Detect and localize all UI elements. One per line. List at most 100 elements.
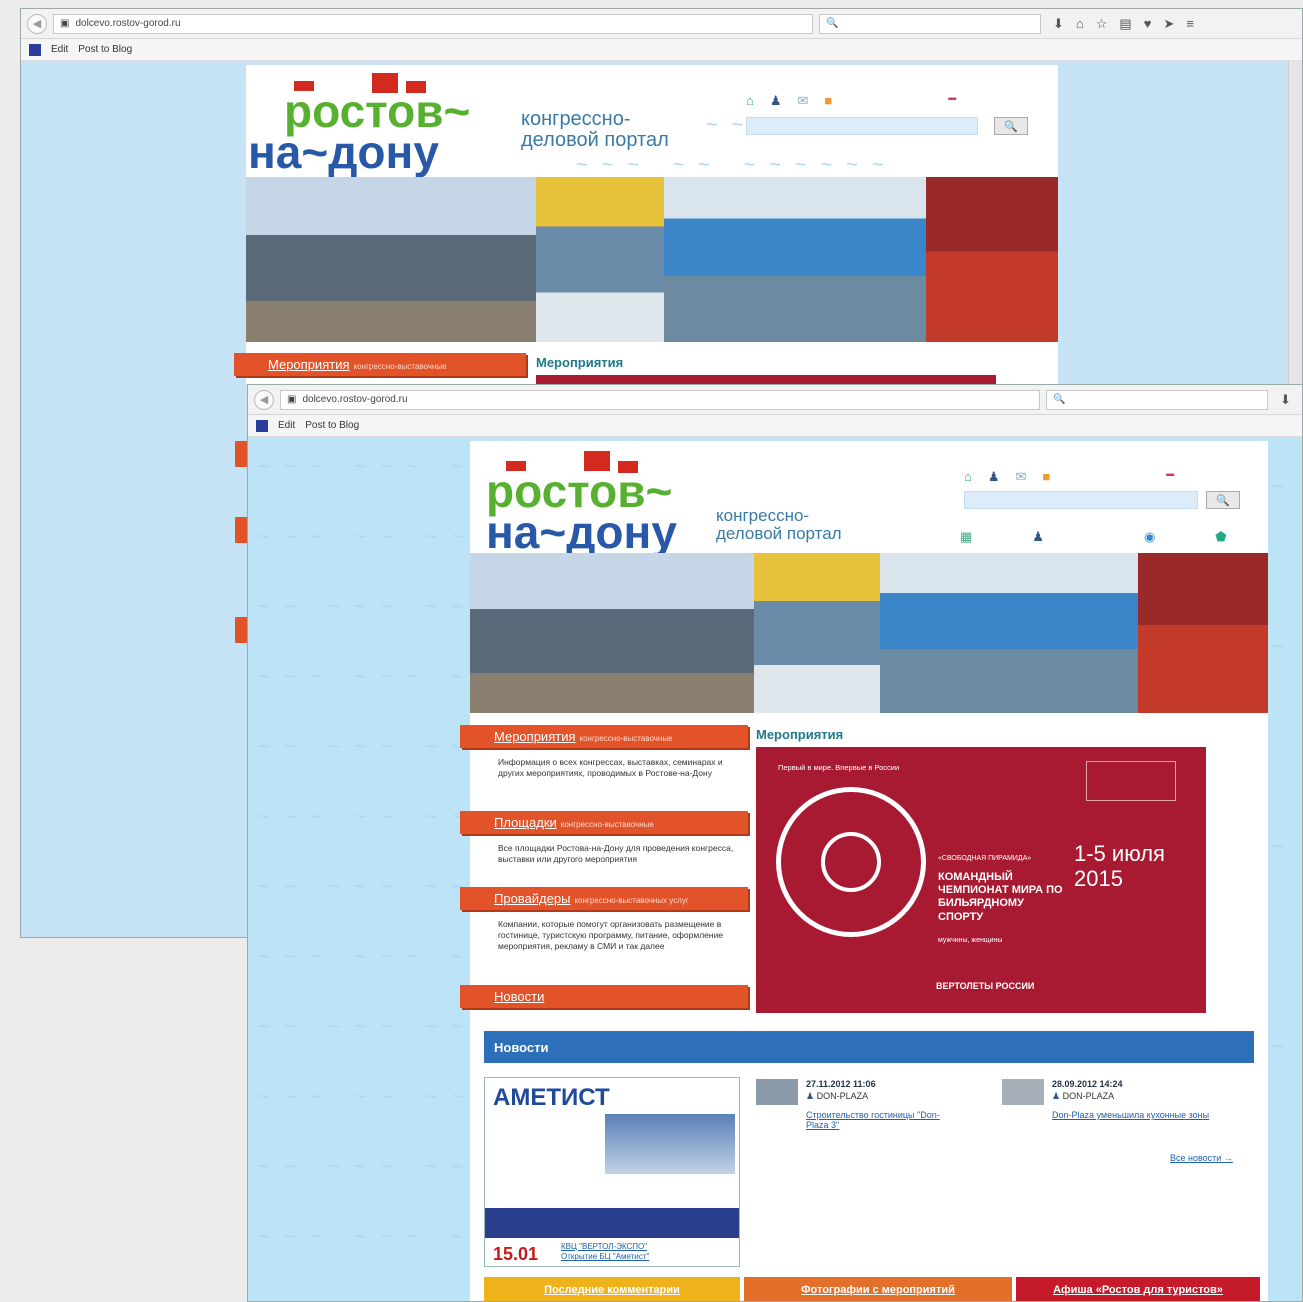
header-icons: ⌂ ♟ ✉ ■ ▬ — [746, 93, 956, 109]
ad-date: 15.01 — [493, 1244, 539, 1264]
menu-title: Мероприятия — [268, 357, 350, 372]
bookmark-edit[interactable]: Edit — [278, 420, 295, 431]
tab-photos[interactable]: Фотографии с мероприятий — [744, 1277, 1012, 1301]
banner-event-name: «СВОБОДНАЯ ПИРАМИДА» — [938, 855, 1032, 862]
news-thumb[interactable] — [756, 1079, 798, 1105]
mail-icon[interactable]: ✉ — [1016, 469, 1027, 485]
ad-link-2[interactable]: Открытие БЦ "Аметист" — [561, 1252, 649, 1262]
globe-icon[interactable]: ◉ — [1144, 529, 1155, 545]
rss-icon[interactable]: ■ — [824, 93, 832, 109]
back-icon[interactable]: ◀ — [27, 13, 47, 34]
home-icon[interactable]: ⌂ — [964, 469, 972, 485]
portal-subtitle: конгрессно- деловой портал — [521, 109, 669, 151]
address-bar[interactable]: ▣ dolcevo.rostov-gorod.ru — [53, 13, 813, 34]
news-thumb[interactable] — [1002, 1079, 1044, 1105]
menu-desc-venues: Все площадки Ростова-на-Дону для проведе… — [498, 843, 734, 865]
decor-waves: ~ — [1272, 476, 1298, 498]
menu-title: Площадки — [494, 815, 557, 830]
news-heading: Новости — [484, 1031, 1254, 1063]
banner-sub: мужчины, женщины — [938, 937, 1003, 944]
menu-item-news[interactable]: Новости — [460, 985, 748, 1008]
site-search-input[interactable] — [746, 117, 978, 135]
browser-search[interactable]: 🔍 — [1046, 389, 1268, 410]
site-logo[interactable]: ростов~ на~дону — [486, 451, 677, 555]
menu-item-providers[interactable]: Провайдеры конгрессно-выставочных услуг — [460, 887, 748, 910]
search-icon: 🔍 — [1216, 494, 1230, 507]
pocket-icon[interactable]: ♥ — [1144, 16, 1152, 32]
site-search-button[interactable]: 🔍 — [994, 117, 1028, 135]
logo-line2: на~дону — [486, 506, 677, 559]
photo-banner — [470, 553, 1268, 713]
browser-toolbar: ◀ ▣ dolcevo.rostov-gorod.ru 🔍 ⬇ ⌂ ☆ ▤ ♥ ➤ ≡ — [21, 9, 1302, 39]
header-icons-row2: ▦ ♟ ◉ ⬟ — [960, 529, 1227, 545]
photo-stand — [926, 177, 1058, 342]
news-date: 27.11.2012 11:06 — [806, 1079, 876, 1089]
bookmark-post[interactable]: Post to Blog — [305, 420, 359, 431]
rss-icon[interactable]: ■ — [1042, 469, 1050, 485]
news-date: 28.09.2012 14:24 — [1052, 1079, 1123, 1089]
home-icon[interactable]: ⌂ — [746, 93, 754, 109]
lock-icon: ▣ — [287, 394, 297, 405]
ad-building-image — [605, 1114, 735, 1174]
tab-comments[interactable]: Последние комментарии — [484, 1277, 740, 1301]
banner-title: КОМАНДНЫЙ ЧЕМПИОНАТ МИРА ПО БИЛЬЯРДНОМУ … — [938, 871, 1063, 923]
home-icon[interactable]: ⌂ — [1076, 16, 1084, 32]
user-icon[interactable]: ♟ — [770, 93, 782, 109]
portal-line1: конгрессно- — [521, 108, 631, 130]
organizer-logo — [1086, 761, 1176, 801]
news-item: 28.09.2012 14:24 ♟ DON-PLAZA Don-Plaza у… — [1002, 1079, 1242, 1120]
url-text: dolcevo.rostov-gorod.ru — [302, 394, 408, 405]
news-org: DON-PLAZA — [816, 1091, 869, 1101]
all-news-link-wrap: Все новости → — [1170, 1153, 1233, 1163]
decor-waves: ~~~ ~~ ~~~~~~ — [576, 154, 898, 176]
user-icon[interactable]: ♟ — [988, 469, 1000, 485]
banner-top-text: Первый в мире. Впервые в России — [778, 763, 900, 772]
site-search-input[interactable] — [964, 491, 1198, 509]
tab-poster[interactable]: Афиша «Ростов для туристов» — [1016, 1277, 1260, 1301]
photo-banner — [246, 177, 1058, 342]
download-icon[interactable]: ⬇ — [1280, 392, 1291, 408]
map-icon[interactable]: ▦ — [960, 529, 972, 545]
back-icon[interactable]: ◀ — [254, 389, 274, 410]
app-icon — [256, 419, 268, 432]
all-news-link[interactable]: Все новости → — [1170, 1153, 1233, 1163]
send-icon[interactable]: ➤ — [1163, 16, 1174, 32]
star-icon[interactable]: ☆ — [1096, 16, 1108, 32]
portal-line1: конгрессно- — [716, 506, 810, 525]
ad-links[interactable]: КВЦ "ВЕРТОЛ-ЭКСПО" Открытие БЦ "Аметист" — [561, 1242, 649, 1263]
menu-tab-peek — [235, 617, 247, 643]
browser-search[interactable]: 🔍 — [819, 13, 1041, 34]
bookmark-post[interactable]: Post to Blog — [78, 44, 132, 55]
reader-icon[interactable]: ▤ — [1119, 16, 1131, 32]
site-search-button[interactable]: 🔍 — [1206, 491, 1240, 509]
menu-desc-providers: Компании, которые помогут организовать р… — [498, 919, 724, 952]
photo-building — [470, 553, 754, 713]
news-link[interactable]: Строительство гостиницы "Don-Plaza 3" — [806, 1110, 940, 1130]
person-icon[interactable]: ♟ — [1032, 529, 1044, 545]
menu-icon[interactable]: ≡ — [1186, 16, 1194, 32]
banner-dates: 1-5 июля 2015 — [1074, 841, 1165, 892]
menu-sub: конгрессно-выставочные — [579, 734, 673, 743]
person-icon: ♟ — [1052, 1091, 1061, 1101]
menu-item-events[interactable]: Мероприятия конгрессно-выставочные — [234, 353, 526, 376]
flag-icon[interactable]: ▬ — [948, 93, 956, 109]
site-logo[interactable]: ростов~ на~дону — [248, 73, 470, 175]
flag-icon[interactable]: ▬ — [1166, 469, 1174, 485]
news-org: DON-PLAZA — [1062, 1091, 1115, 1101]
shield-icon[interactable]: ⬟ — [1215, 529, 1226, 545]
ametist-ad[interactable]: АМЕТИСТ 15.01 КВЦ "ВЕРТОЛ-ЭКСПО" Открыти… — [484, 1077, 740, 1267]
event-banner[interactable]: Первый в мире. Впервые в России «СВОБОДН… — [756, 747, 1206, 1013]
menu-item-venues[interactable]: Площадки конгрессно-выставочные — [460, 811, 748, 834]
bookmark-edit[interactable]: Edit — [51, 44, 68, 55]
menu-tab-peek — [235, 441, 247, 467]
address-bar[interactable]: ▣ dolcevo.rostov-gorod.ru — [280, 389, 1040, 410]
news-link[interactable]: Don-Plaza уменьшила кухонные зоны — [1052, 1110, 1209, 1120]
url-text: dolcevo.rostov-gorod.ru — [75, 18, 181, 29]
portal-line2: деловой портал — [716, 523, 842, 543]
ad-link-1[interactable]: КВЦ "ВЕРТОЛ-ЭКСПО" — [561, 1242, 649, 1252]
ad-footer — [485, 1208, 739, 1238]
photo-expo-hall — [880, 553, 1138, 713]
mail-icon[interactable]: ✉ — [798, 93, 809, 109]
download-icon[interactable]: ⬇ — [1053, 16, 1064, 32]
menu-item-events[interactable]: Мероприятия конгрессно-выставочные — [460, 725, 748, 748]
